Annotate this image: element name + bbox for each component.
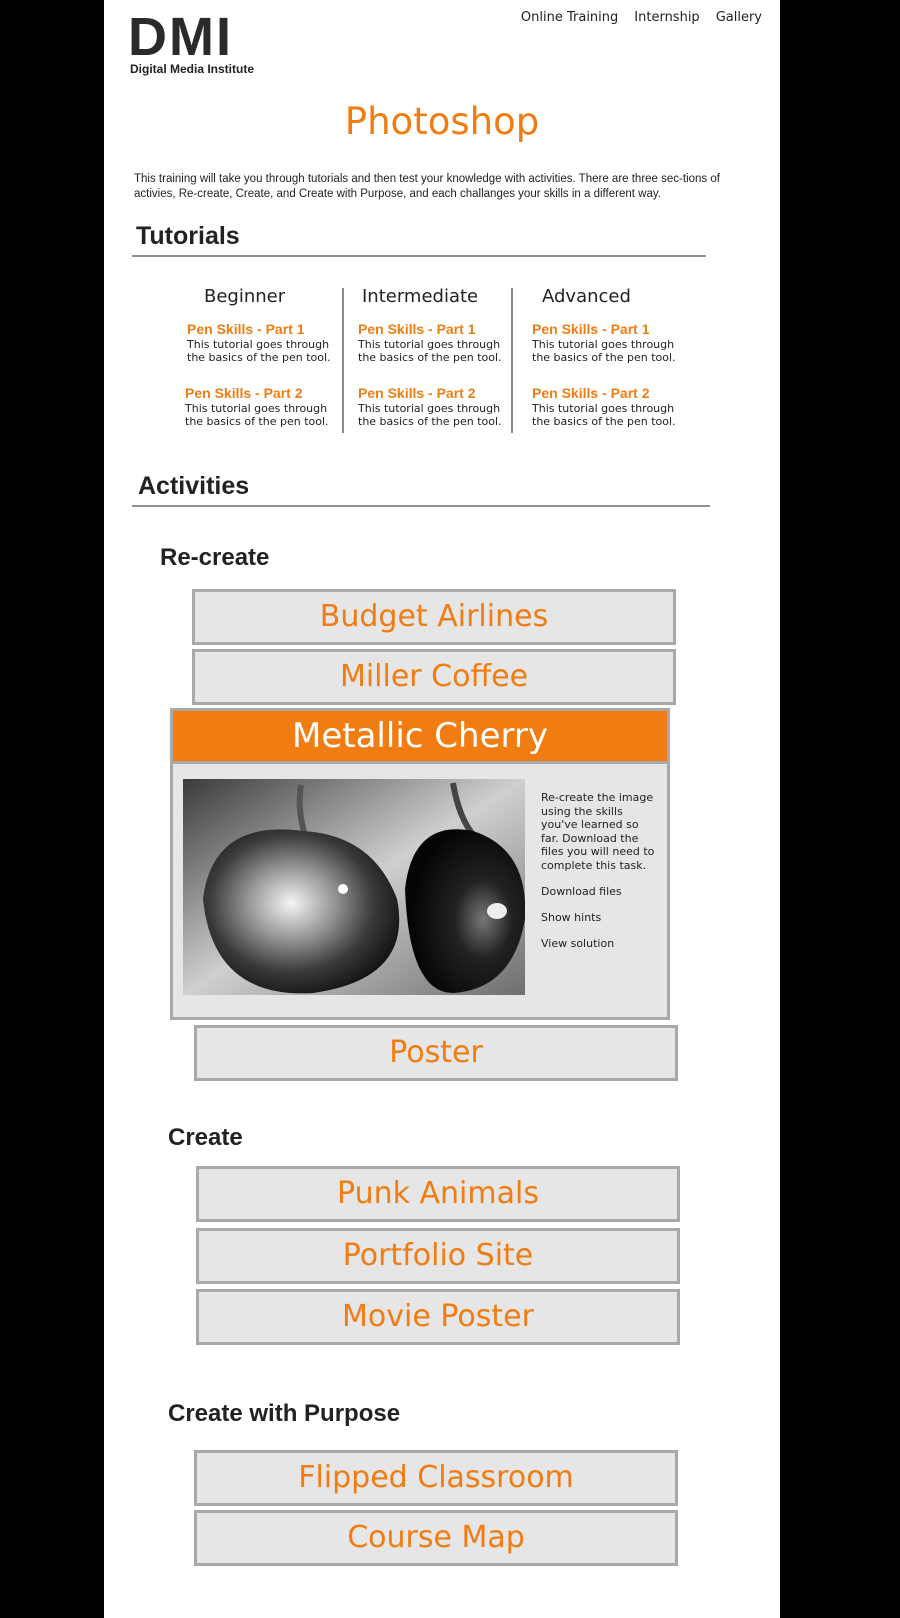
logo-letters: DMI <box>128 14 233 60</box>
tutorial-level-advanced: Advanced <box>542 286 631 307</box>
tutorial-desc: This tutorial goes through the basics of… <box>358 402 502 428</box>
tutorial-level-intermediate: Intermediate <box>362 286 479 307</box>
tutorial-desc: This tutorial goes through the basics of… <box>185 402 329 428</box>
activity-course-map-button[interactable]: Course Map <box>194 1510 678 1566</box>
column-divider <box>511 288 513 433</box>
logo-subtitle: Digital Media Institute <box>130 62 255 76</box>
page: DMI Digital Media Institute Online Train… <box>104 0 780 1618</box>
tutorial-desc: This tutorial goes through the basics of… <box>532 402 676 428</box>
activity-movie-poster-button[interactable]: Movie Poster <box>196 1289 680 1345</box>
create-with-purpose-heading: Create with Purpose <box>168 1400 401 1427</box>
tutorial-link[interactable]: Pen Skills - Part 1 <box>358 321 476 337</box>
activity-miller-coffee-button[interactable]: Miller Coffee <box>192 649 676 705</box>
tutorial-link[interactable]: Pen Skills - Part 2 <box>185 385 303 401</box>
metallic-cherry-image <box>183 779 525 995</box>
nav-gallery[interactable]: Gallery <box>716 10 762 25</box>
tutorial-desc: This tutorial goes through the basics of… <box>358 338 502 364</box>
recreate-heading: Re-create <box>160 544 270 571</box>
activity-poster-button[interactable]: Poster <box>194 1025 678 1081</box>
tutorial-link[interactable]: Pen Skills - Part 2 <box>532 385 650 401</box>
activity-description: Re-create the image using the skills you… <box>541 791 655 872</box>
tutorials-heading: Tutorials <box>136 222 240 250</box>
download-files-link[interactable]: Download files <box>541 885 659 898</box>
page-title: Photoshop <box>344 100 540 143</box>
tutorial-level-beginner: Beginner <box>204 286 286 307</box>
activities-divider <box>132 505 710 507</box>
show-hints-link[interactable]: Show hints <box>541 911 659 924</box>
activities-heading: Activities <box>138 472 250 500</box>
view-solution-link[interactable]: View solution <box>541 937 659 950</box>
top-nav: Online Training Internship Gallery <box>521 10 762 25</box>
create-heading: Create <box>168 1124 243 1151</box>
activity-metallic-cherry-header[interactable]: Metallic Cherry <box>173 711 667 764</box>
column-divider <box>342 288 344 433</box>
activity-details: Re-create the image using the skills you… <box>541 791 659 950</box>
tutorial-link[interactable]: Pen Skills - Part 1 <box>532 321 650 337</box>
tutorial-desc: This tutorial goes through the basics of… <box>532 338 676 364</box>
logo[interactable]: DMI Digital Media Institute <box>128 14 258 80</box>
nav-internship[interactable]: Internship <box>634 10 699 25</box>
tutorial-desc: This tutorial goes through the basics of… <box>187 338 331 364</box>
activity-expanded-panel: Metallic Cherry Re-create the image usin… <box>170 708 670 1020</box>
tutorial-link[interactable]: Pen Skills - Part 1 <box>187 321 305 337</box>
activity-flipped-classroom-button[interactable]: Flipped Classroom <box>194 1450 678 1506</box>
activity-portfolio-site-button[interactable]: Portfolio Site <box>196 1228 680 1284</box>
tutorial-link[interactable]: Pen Skills - Part 2 <box>358 385 476 401</box>
tutorials-divider <box>132 255 706 257</box>
activity-punk-animals-button[interactable]: Punk Animals <box>196 1166 680 1222</box>
nav-online-training[interactable]: Online Training <box>521 10 618 25</box>
activity-budget-airlines-button[interactable]: Budget Airlines <box>192 589 676 645</box>
intro-text: This training will take you through tuto… <box>134 173 720 200</box>
